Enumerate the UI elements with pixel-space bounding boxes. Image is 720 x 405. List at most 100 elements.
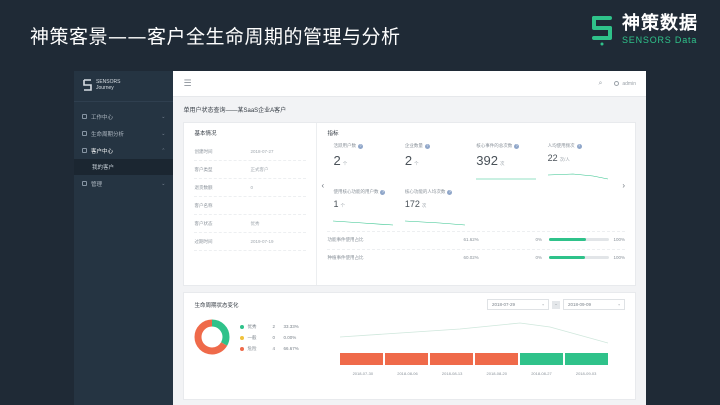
chevron-down-icon: ⌄ — [161, 113, 166, 120]
sidebar-item-label: 工作中心 — [91, 114, 114, 121]
info-row: 退货数额 0 — [194, 179, 307, 197]
donut-legend: 优秀 2 33.33% 一般 0 0.00% 危险 4 66.67% — [240, 321, 299, 354]
sidebar-item-label: 生命周期分析 — [91, 131, 125, 138]
legend-dot — [240, 324, 245, 329]
sparkline — [404, 220, 465, 226]
chevron-down-icon: ⌄ — [161, 180, 166, 187]
settings-icon — [82, 181, 87, 186]
app-window: SENSORS Journey 工作中心 ⌄ 生命周期分析 ⌄ 客户中心 ⌃ 我… — [74, 71, 646, 405]
metric-label: 活跃用户数 — [333, 143, 356, 148]
sidebar-item-label: 管理 — [91, 181, 103, 188]
rate-bar-fill — [549, 238, 587, 241]
metric-core-function-users: 使用核心功能的用户数? 1个 — [333, 189, 404, 229]
topbar: ☰ ⌕ admin — [173, 71, 646, 97]
chevron-down-icon: ⌄ — [161, 130, 166, 137]
lifecycle-trend-line — [340, 322, 609, 344]
metric-label: 企业数量 — [404, 143, 423, 148]
date-tick-label: 2018-08-20 — [486, 371, 508, 376]
user-menu[interactable]: admin — [614, 81, 636, 87]
state-segment — [475, 353, 519, 365]
info-value: 优秀 — [250, 220, 260, 226]
main-area: ☰ ⌕ admin 单用户状态查询——某SaaS企业A客户 基本情况 创建时间 2… — [173, 71, 646, 405]
sidebar-logo[interactable]: SENSORS Journey — [74, 77, 174, 102]
date-range-separator-icon: ~ — [552, 300, 560, 309]
username: admin — [622, 80, 636, 87]
metric-value: 22 — [547, 153, 558, 163]
help-icon[interactable]: ? — [380, 189, 386, 195]
info-row: 客户名称 — [194, 197, 307, 215]
sidebar-item-lifecycle[interactable]: 生命周期分析 ⌄ — [74, 125, 173, 142]
info-key: 退货数额 — [194, 184, 213, 190]
metric-label: 使用核心功能的用户数 — [333, 189, 379, 194]
state-segment — [520, 353, 564, 365]
metric-core-events: 核心事件的总次数? 392 次 — [476, 143, 547, 183]
metric-unit: 个 — [414, 161, 419, 166]
state-segment — [385, 353, 429, 365]
brand-logo: 神策数据 SENSORS Data — [590, 14, 698, 46]
legend-count: 4 — [272, 346, 275, 351]
info-key: 客户名称 — [194, 202, 213, 208]
date-start-value: 2018-07-29 — [492, 302, 516, 307]
chart-icon — [82, 131, 87, 136]
rate-bar — [549, 256, 610, 259]
carousel-next-icon[interactable]: › — [622, 181, 625, 190]
search-icon[interactable]: ⌕ — [598, 80, 602, 88]
legend-percent: 0.00% — [283, 335, 297, 340]
sidebar-item-manage[interactable]: 管理 ⌄ — [74, 175, 173, 192]
calendar-icon: ▫ — [542, 302, 544, 307]
help-icon[interactable]: ? — [357, 143, 363, 149]
lifecycle-state-bar — [340, 353, 609, 365]
rate-percent: 60.02% — [463, 255, 479, 260]
info-key: 过期时间 — [194, 238, 213, 244]
sidebar-item-work-center[interactable]: 工作中心 ⌄ — [74, 108, 173, 125]
help-icon[interactable]: ? — [424, 143, 430, 149]
metric-value: 392 — [476, 153, 498, 168]
journey-logo-icon — [83, 79, 92, 91]
rate-min: 0% — [535, 255, 542, 260]
menu-icon[interactable]: ☰ — [183, 78, 191, 89]
metric-usage-frequency: 人均使用频次? 22 次/人 — [547, 143, 619, 183]
legend-item: 一般 0 0.00% — [240, 332, 298, 343]
date-tick-label: 2018-08-06 — [397, 371, 418, 376]
rate-bar-fill — [549, 256, 586, 259]
rate-row: 种植事件使用占比 60.02% 0% 100% — [327, 249, 625, 265]
help-icon[interactable]: ? — [576, 143, 582, 149]
chevron-up-icon: ⌃ — [161, 147, 166, 154]
help-icon[interactable]: ? — [447, 189, 453, 195]
metric-label: 人均使用频次 — [547, 143, 575, 148]
metrics-heading: 指标 — [327, 131, 339, 137]
info-row: 创建时间 2018-07-27 — [194, 143, 307, 161]
legend-dot — [240, 346, 245, 351]
sparkline — [547, 173, 608, 180]
legend-name: 一般 — [247, 334, 257, 340]
lifecycle-card: 生命周期状态变化 2018-07-29 ▫ ~ 2018-09-09 ▫ 优秀 2 33… — [183, 292, 636, 400]
sparkline — [333, 220, 394, 226]
rate-name: 功能事件使用占比 — [327, 236, 364, 242]
date-end-input[interactable]: 2018-09-09 ▫ — [563, 299, 625, 310]
date-tick-label: 2018-09-03 — [575, 371, 597, 376]
help-icon[interactable]: ? — [514, 143, 520, 149]
logo-chinese-text: 神策数据 — [622, 13, 698, 34]
info-key: 客户类型 — [194, 166, 213, 172]
lifecycle-donut-chart — [194, 319, 230, 355]
legend-dot — [240, 335, 245, 340]
metric-value: 172 — [404, 199, 420, 209]
metric-core-function-avg: 核心功能的人均次数? 172 次 — [404, 189, 476, 229]
rate-min: 0% — [535, 237, 542, 242]
rate-max: 100% — [613, 255, 625, 260]
state-segment — [430, 353, 474, 365]
content: 单用户状态查询——某SaaS企业A客户 基本情况 创建时间 2018-07-27 … — [173, 97, 646, 405]
legend-count: 0 — [272, 335, 275, 340]
metric-value: 2 — [404, 153, 413, 168]
date-tick-label: 2018-08-27 — [531, 371, 552, 376]
sidebar-logo-text-2: Journey — [96, 85, 114, 91]
user-avatar-icon — [614, 81, 620, 86]
carousel-prev-icon[interactable]: ‹ — [321, 181, 324, 190]
date-end-value: 2018-09-09 — [568, 302, 592, 307]
sidebar-subitem-my-customers[interactable]: 我的客户 — [74, 159, 174, 175]
date-start-input[interactable]: 2018-07-29 ▫ — [487, 299, 549, 310]
metric-value: 2 — [333, 153, 341, 168]
metric-unit: 次 — [499, 161, 505, 166]
sidebar-item-customer-center[interactable]: 客户中心 ⌃ — [74, 142, 173, 159]
state-segment — [340, 353, 384, 365]
